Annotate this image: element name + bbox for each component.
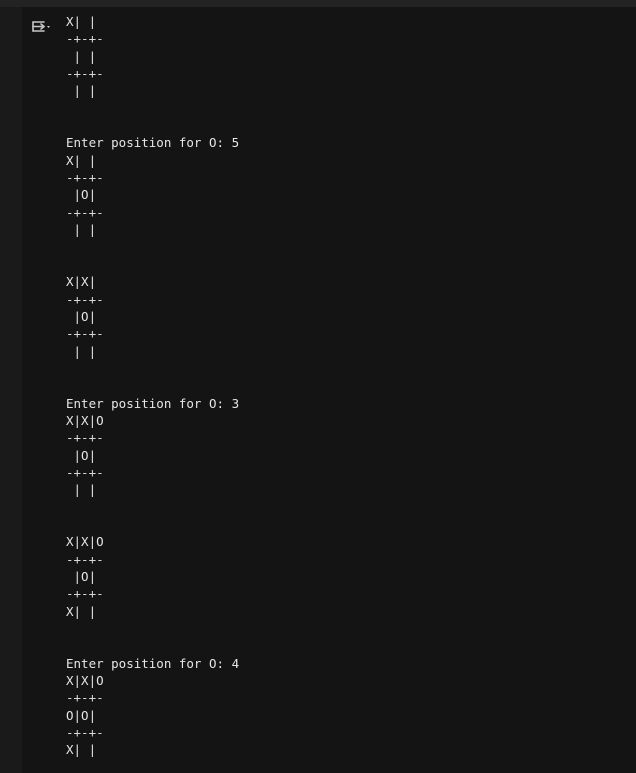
board-line: |O| bbox=[66, 187, 97, 203]
board-line: -+-+- bbox=[66, 464, 104, 480]
board-line: -+-+- bbox=[66, 725, 104, 741]
board-line: -+-+- bbox=[66, 31, 104, 47]
prompt-line: Enter position for O: 3 bbox=[66, 395, 240, 411]
board-line: -+-+- bbox=[66, 430, 104, 446]
board-line: -+-+- bbox=[66, 204, 104, 220]
board-line: X|X| bbox=[66, 274, 97, 290]
board-line: X| | bbox=[66, 152, 97, 168]
board-line: X|X|O bbox=[66, 412, 104, 428]
output-options-icon-graphic bbox=[32, 21, 50, 32]
board-line: |O| bbox=[66, 447, 97, 463]
board-line: X| | bbox=[66, 742, 97, 758]
board-line: | | bbox=[66, 482, 97, 498]
board-line: | | bbox=[66, 222, 97, 238]
cell-output-text: X| | -+-+- | | -+-+- | | Enter position for… bbox=[66, 13, 239, 759]
board-line: X| | bbox=[66, 14, 97, 29]
board-line: -+-+- bbox=[66, 551, 104, 567]
board-line: | | bbox=[66, 83, 97, 99]
cell-gutter bbox=[0, 7, 22, 773]
board-line: X|X|O bbox=[66, 534, 104, 550]
board-line: X| | bbox=[66, 603, 97, 619]
board-line: -+-+- bbox=[66, 326, 104, 342]
board-line: -+-+- bbox=[66, 66, 104, 82]
prompt-line: Enter position for O: 5 bbox=[66, 135, 240, 151]
prompt-line: Enter position for O: 4 bbox=[66, 655, 240, 671]
board-line: X|X|O bbox=[66, 673, 104, 689]
board-line: | | bbox=[66, 343, 97, 359]
output-options-icon[interactable] bbox=[30, 17, 54, 39]
board-line: -+-+- bbox=[66, 690, 104, 706]
board-line: O|O| bbox=[66, 707, 97, 723]
board-line: -+-+- bbox=[66, 170, 104, 186]
board-line: | | bbox=[66, 48, 97, 64]
board-line: -+-+- bbox=[66, 586, 104, 602]
board-line: -+-+- bbox=[66, 291, 104, 307]
board-line: |O| bbox=[66, 308, 97, 324]
notebook-top-strip bbox=[0, 0, 636, 7]
board-line: |O| bbox=[66, 569, 97, 584]
